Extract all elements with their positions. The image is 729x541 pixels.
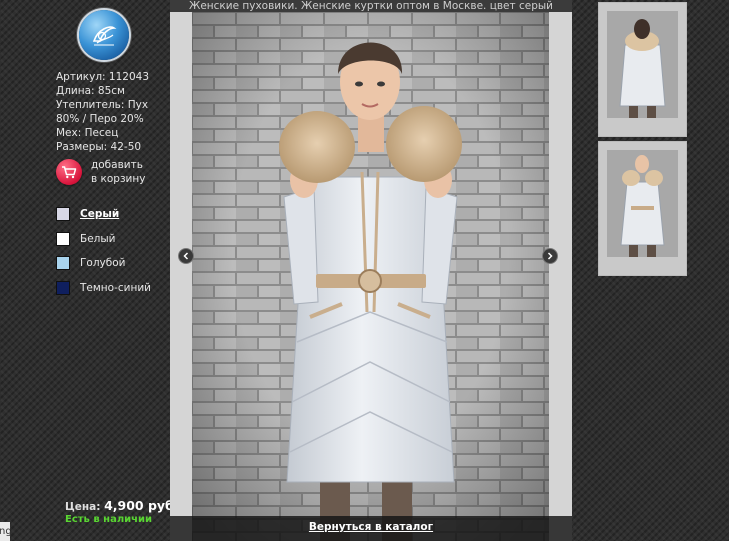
color-swatch xyxy=(56,256,70,270)
price-amount: 4,900 руб. xyxy=(104,498,179,513)
add-to-cart-label: добавить в корзину xyxy=(91,159,146,185)
color-options: Серый Белый Голубой Темно-синий xyxy=(56,206,151,304)
prev-image-button[interactable] xyxy=(178,248,194,264)
thumbnail-front-view[interactable] xyxy=(598,141,687,276)
spec-sizes: Размеры: 42-50 xyxy=(56,141,142,153)
product-photo[interactable] xyxy=(192,12,549,541)
color-swatch xyxy=(56,280,70,295)
thumbnail-back-view[interactable] xyxy=(598,2,687,137)
add-to-cart-button[interactable]: добавить в корзину xyxy=(56,158,151,186)
color-swatch xyxy=(56,231,70,246)
edge-tab[interactable]: ng xyxy=(0,522,10,541)
chevron-left-icon xyxy=(183,252,189,260)
color-label: Белый xyxy=(80,232,116,245)
color-swatch xyxy=(56,207,70,221)
spec-fur: Мех: Песец xyxy=(56,127,119,139)
spec-insulation-ratio: 80% / Перо 20% xyxy=(56,113,144,125)
stock-status: Есть в наличии xyxy=(65,514,153,525)
shopping-cart-icon xyxy=(56,159,82,185)
product-stage: Женские пуховики. Женские куртки оптом в… xyxy=(170,0,572,541)
color-option-white[interactable]: Белый xyxy=(56,231,151,247)
color-option-navy[interactable]: Темно-синий xyxy=(56,280,151,296)
product-specs: Артикул: 112043 Длина: 85см Утеплитель: … xyxy=(56,70,149,154)
color-label: Голубой xyxy=(80,257,126,269)
chevron-right-icon xyxy=(547,252,553,260)
page-title: Женские пуховики. Женские куртки оптом в… xyxy=(170,0,572,12)
price: Цена: 4,900 руб. xyxy=(65,498,179,513)
spec-article: Артикул: 112043 xyxy=(56,71,150,83)
spec-length: Длина: 85см xyxy=(56,85,125,97)
spec-insulation: Утеплитель: Пух xyxy=(56,99,149,111)
back-bar: Вернуться в каталог xyxy=(170,516,572,541)
site-logo[interactable] xyxy=(79,10,129,60)
next-image-button[interactable] xyxy=(542,248,558,264)
price-label: Цена: xyxy=(65,501,101,513)
back-to-catalog-link[interactable]: Вернуться в каталог xyxy=(170,521,572,533)
color-label: Темно-синий xyxy=(80,281,151,294)
color-option-gray[interactable]: Серый xyxy=(56,206,151,222)
color-label: Серый xyxy=(80,208,120,220)
logo-emblem-icon xyxy=(92,26,117,46)
color-option-light-blue[interactable]: Голубой xyxy=(56,255,151,271)
